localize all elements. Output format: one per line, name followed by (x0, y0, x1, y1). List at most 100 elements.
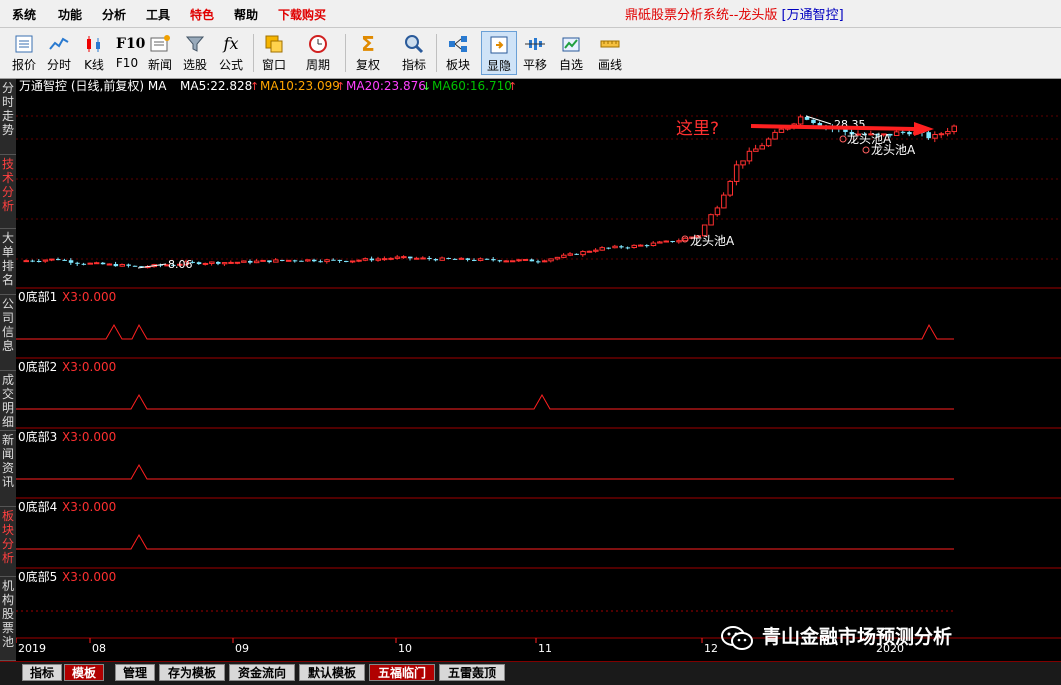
bottom-tab-default-template[interactable]: 默认模板 (299, 664, 365, 681)
formula-button[interactable]: fx 公式 (213, 31, 249, 75)
toolbar-separator (253, 34, 254, 72)
f10-button[interactable]: F10 F10 (109, 31, 146, 75)
candle-body (228, 261, 234, 264)
candle-body (650, 242, 657, 247)
watchlist-button[interactable]: 自选 (553, 31, 589, 75)
bottom-tab-fund-flow[interactable]: 资金流向 (229, 664, 295, 681)
sector-icon (449, 36, 467, 52)
side-tab-trades[interactable]: 成交明细 (0, 371, 16, 431)
formula-button-label: 公式 (218, 58, 243, 72)
candle-body (196, 262, 202, 265)
x-tick-label: 12 (704, 642, 718, 655)
indicator-title: 0底部1 (18, 289, 57, 304)
menu-function[interactable]: 功能 (58, 6, 82, 23)
bottom-tab-indicator[interactable]: 指标 (22, 664, 62, 681)
candle-body (408, 256, 413, 259)
candle-body (644, 245, 650, 247)
menu-tools[interactable]: 工具 (146, 6, 170, 23)
bottom-tab-wulei[interactable]: 五雷轰顶 (439, 664, 505, 681)
side-tab-news[interactable]: 新闻资讯 (0, 431, 16, 507)
draw-line-button[interactable]: 画线 (592, 31, 628, 75)
watchlist-button-label: 自选 (558, 58, 583, 72)
candle-body (529, 259, 535, 262)
indicator-button[interactable]: 指标 (396, 31, 432, 75)
window-button[interactable]: 窗口 (256, 31, 292, 75)
candle-body (420, 257, 426, 260)
candle-body (746, 150, 753, 162)
watchlist-icon (562, 37, 580, 52)
draw-line-icon (600, 40, 620, 48)
pan-button[interactable]: 平移 (517, 31, 553, 75)
show-hide-button[interactable]: 显隐 (481, 31, 517, 75)
candle-body (305, 259, 311, 262)
news-button-label: 新闻 (147, 58, 172, 72)
candle-body (292, 260, 298, 262)
side-tab-big-order[interactable]: 大单排名 (0, 229, 16, 295)
candle-body (708, 214, 714, 226)
candle-body (241, 260, 247, 263)
candle-body (619, 246, 624, 248)
candle-body (331, 259, 336, 261)
quote-button-label: 报价 (11, 58, 36, 72)
legend-mode: (日线,前复权) (71, 79, 144, 93)
period-button[interactable]: 周期 (300, 31, 336, 75)
indicator-value: X3:0.000 (62, 290, 116, 304)
candle-body (932, 133, 938, 139)
indicator-icon (405, 35, 424, 54)
side-tab-technical[interactable]: 技术分析 (0, 155, 16, 229)
legend-stock-name: 万通智控 (日线,前复权) MA (19, 79, 167, 93)
quote-icon (15, 35, 33, 53)
indicator-title: 0底部5 (18, 569, 57, 584)
menu-system[interactable]: 系统 (12, 6, 36, 23)
stock-picker-button[interactable]: 选股 (177, 31, 213, 75)
candle-body (606, 247, 611, 249)
kline-button[interactable]: K线 (76, 31, 112, 75)
candle-body (318, 261, 323, 263)
side-tab-company[interactable]: 公司信息 (0, 295, 16, 371)
stock-picker-icon (185, 36, 205, 52)
candle-body (516, 259, 522, 262)
kline-chart[interactable]: 万通智控 (日线,前复权) MA MA5:22.828 ↑ MA10:23.09… (16, 79, 1061, 661)
candle-body (951, 125, 957, 133)
candle-body (522, 258, 529, 261)
candle-body (30, 260, 35, 262)
candle-body (119, 264, 125, 267)
indicator-title: 0底部2 (18, 359, 57, 374)
annotation-question: 这里? (676, 119, 719, 139)
candle-body (401, 256, 407, 259)
quote-button[interactable]: 报价 (6, 31, 42, 75)
bottom-tab-wufu[interactable]: 五福临门 (369, 664, 435, 681)
rights-adjust-button[interactable]: Σ 复权 (350, 31, 386, 75)
sector-button[interactable]: 板块 (440, 31, 476, 75)
candle-body (56, 259, 61, 261)
show-hide-icon (490, 36, 508, 54)
candle-body (221, 262, 228, 265)
intraday-button[interactable]: 分时 (41, 31, 77, 75)
watermark: 青山金融市场预测分析 (720, 622, 952, 651)
candle-body (93, 262, 100, 265)
menu-download-buy[interactable]: 下载购买 (278, 6, 326, 23)
side-tab-intraday[interactable]: 分时走势 (0, 79, 16, 155)
stock-picker-button-label: 选股 (182, 58, 207, 72)
bottom-tab-template[interactable]: 模板 (64, 664, 104, 681)
wechat-icon (721, 625, 753, 650)
candle-body (733, 164, 740, 182)
bottom-tab-save-template[interactable]: 存为模板 (159, 664, 225, 681)
candle-body (765, 138, 772, 147)
candle-body (100, 262, 106, 265)
side-tab-sector[interactable]: 板块分析 (0, 507, 16, 577)
side-tabs: 分时走势 技术分析 大单排名 公司信息 成交明细 新闻资讯 板块分析 机构股票池 (0, 79, 16, 661)
app-title-main: 鼎砥股票分析系统--龙头版 (625, 8, 778, 23)
candle-body (472, 259, 477, 261)
news-button[interactable]: 新闻 (142, 31, 178, 75)
side-tab-institution-pool[interactable]: 机构股票池 (0, 577, 16, 661)
draw-line-button-label: 画线 (597, 58, 622, 72)
f10-button-label: F10 (115, 56, 139, 70)
toolbar-separator (436, 34, 437, 72)
candle-body (670, 241, 675, 243)
bottom-tab-manage[interactable]: 管理 (115, 664, 155, 681)
menu-help[interactable]: 帮助 (234, 6, 258, 23)
candle-body (593, 249, 599, 252)
menu-features[interactable]: 特色 (190, 6, 214, 23)
menu-analysis[interactable]: 分析 (102, 6, 126, 23)
